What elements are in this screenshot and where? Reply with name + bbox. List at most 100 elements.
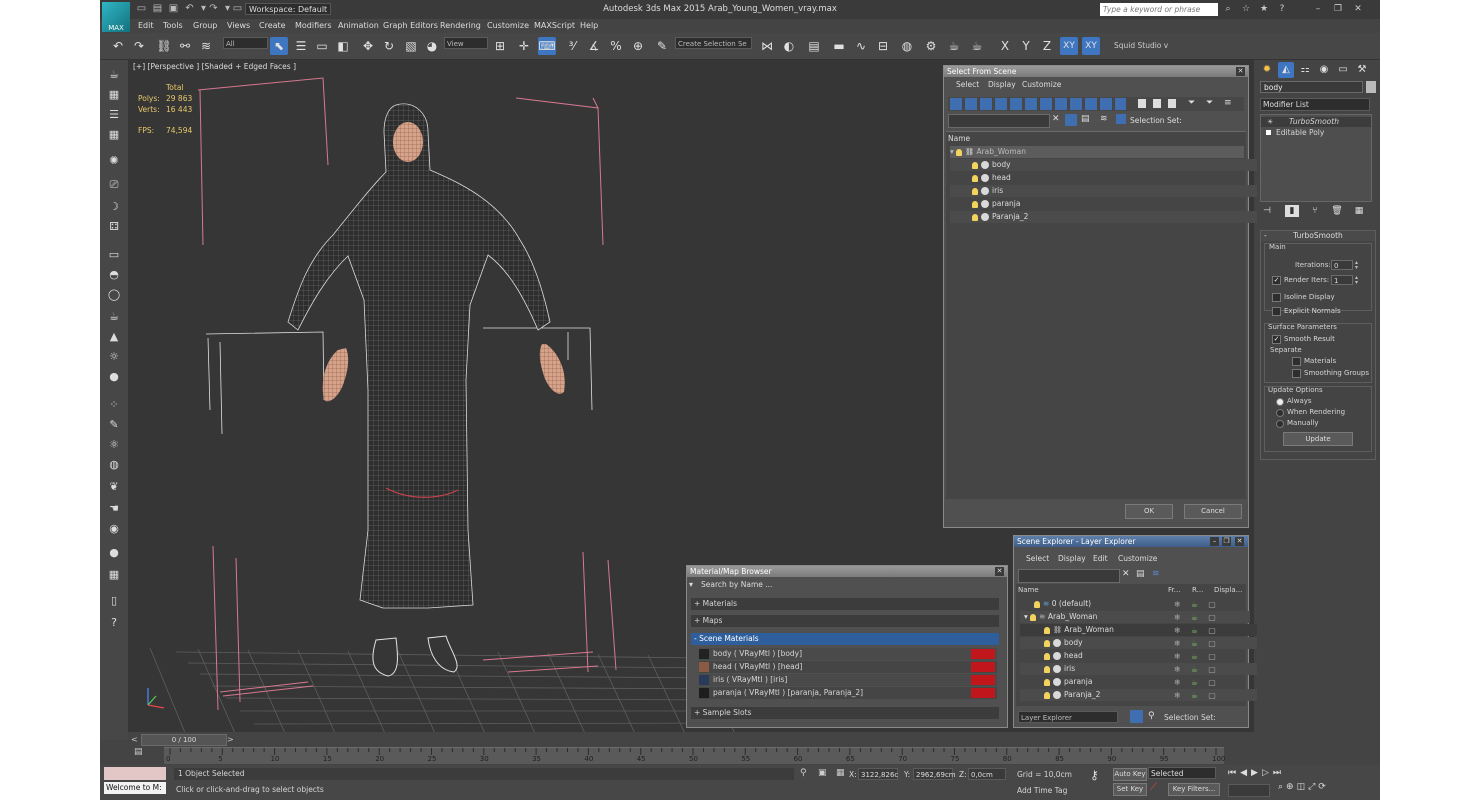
close-icon[interactable]: ✕ <box>1235 537 1244 546</box>
expand-icon[interactable]: ▤ <box>1136 569 1145 579</box>
minimize-icon[interactable]: – <box>1312 3 1324 15</box>
y-coord-field[interactable]: 2962,69cm <box>913 768 956 780</box>
favorites-icon[interactable]: ★ <box>1258 3 1270 15</box>
film-icon[interactable]: ⚃ <box>107 220 121 234</box>
menu-group[interactable]: Group <box>193 19 217 33</box>
clear-search-icon[interactable]: ✕ <box>1122 569 1130 579</box>
hierarchy-icon[interactable]: ⚲ <box>1148 711 1155 721</box>
ok-button[interactable]: OK <box>1125 504 1173 519</box>
display-tab-icon[interactable]: ▭ <box>1335 62 1351 78</box>
material-row[interactable]: body ( VRayMtl ) [body] <box>699 648 997 660</box>
sfs-menu-select[interactable]: Select <box>956 80 979 89</box>
se-menu-display[interactable]: Display <box>1058 554 1086 563</box>
selection-set-icon[interactable] <box>1116 114 1126 124</box>
object-name-field[interactable]: body <box>1260 81 1363 93</box>
unlink-icon[interactable]: ⚯ <box>176 37 194 55</box>
sfs-menu-customize[interactable]: Customize <box>1022 80 1061 89</box>
panel-icon[interactable]: ▯ <box>107 594 121 608</box>
filter-icons-strip[interactable] <box>950 98 1126 110</box>
viewport-label[interactable]: [+] [Perspective ] [Shaded + Edged Faces… <box>133 62 296 71</box>
render-icon[interactable]: ☕ <box>968 37 986 55</box>
manipulate-icon[interactable]: ✛ <box>515 37 533 55</box>
motion-tab-icon[interactable]: ◉ <box>1316 62 1332 78</box>
infocenter-icon[interactable]: ☆ <box>1240 3 1252 15</box>
time-slider[interactable]: 0 / 100 <box>141 734 227 746</box>
column-name[interactable]: Name <box>948 134 970 143</box>
filter-invert-icon[interactable] <box>1168 99 1176 108</box>
restore-icon[interactable]: ❐ <box>1332 3 1344 15</box>
object-color-swatch[interactable] <box>1366 81 1376 93</box>
axis-y-button[interactable]: Y <box>1017 37 1035 55</box>
modifier-on-icon[interactable]: ☀ <box>1267 117 1273 127</box>
box-icon[interactable]: ▭ <box>107 248 121 262</box>
layer-manager-icon[interactable]: ▤ <box>805 37 823 55</box>
axis-x-button[interactable]: X <box>996 37 1014 55</box>
utilities-tab-icon[interactable]: ⚒ <box>1354 62 1370 78</box>
app-logo[interactable]: MAX <box>102 2 130 32</box>
menu-rendering[interactable]: Rendering <box>440 19 481 33</box>
menu-create[interactable]: Create <box>259 19 286 33</box>
close-icon[interactable]: ✕ <box>1236 67 1245 76</box>
layers-icon[interactable]: ≋ <box>1152 569 1160 579</box>
key-filters-button[interactable]: Key Filters... <box>1168 783 1220 796</box>
pin-icon[interactable]: ✎ <box>107 418 121 432</box>
table-icon[interactable]: ▦ <box>107 568 121 582</box>
menu-edit[interactable]: Edit <box>138 19 154 33</box>
menu-views[interactable]: Views <box>227 19 250 33</box>
spinner-snap-icon[interactable]: ⊕ <box>629 37 647 55</box>
help-icon[interactable]: ? <box>1276 3 1288 15</box>
add-time-tag[interactable]: Add Time Tag <box>1017 786 1067 795</box>
ball-icon[interactable]: ● <box>107 546 121 560</box>
save-icon[interactable]: ▣ <box>168 3 179 14</box>
sfs-menu-display[interactable]: Display <box>988 80 1016 89</box>
menu-animation[interactable]: Animation <box>338 19 379 33</box>
render-frame-icon[interactable]: ☕ <box>945 37 963 55</box>
absolute-mode-icon[interactable]: ▦ <box>836 768 845 778</box>
light-icon[interactable]: ✺ <box>107 154 121 168</box>
filter-none-icon[interactable] <box>1153 99 1161 108</box>
scene-materials-section[interactable]: - Scene Materials <box>691 633 999 645</box>
minimize-icon[interactable]: – <box>1210 537 1219 546</box>
cone-icon[interactable]: ▲ <box>107 330 121 344</box>
scale-icon[interactable]: ▧ <box>402 37 420 55</box>
se-menu-customize[interactable]: Customize <box>1118 554 1157 563</box>
hand-icon[interactable]: ☚ <box>107 502 121 516</box>
filter-all-icon[interactable] <box>1138 99 1146 108</box>
plant-icon[interactable]: ❦ <box>107 480 121 494</box>
material-search[interactable]: Search by Name ... <box>701 579 1001 591</box>
material-browser-title[interactable]: Material/Map Browser <box>687 566 1007 577</box>
sfs-search-input[interactable] <box>948 114 1050 128</box>
tree-row[interactable]: Paranja_2 <box>950 211 1266 223</box>
keyword-search[interactable]: Type a keyword or phrase <box>1100 3 1218 16</box>
expand-icon[interactable]: ▤ <box>1081 114 1090 124</box>
menu-graph-editors[interactable]: Graph Editors <box>383 19 438 33</box>
render-iters-spinner-icon[interactable]: ▴ ▾ <box>1355 275 1358 286</box>
named-selection-dropdown[interactable]: Create Selection Se <box>675 37 752 49</box>
select-object-icon[interactable]: ⬉ <box>270 37 288 55</box>
menu-tools[interactable]: Tools <box>163 19 183 33</box>
tree-row[interactable]: iris <box>950 185 1266 197</box>
update-button[interactable]: Update <box>1283 432 1353 446</box>
playback-controls[interactable]: ⏮◀▶▷⏭ <box>1228 768 1378 780</box>
render-iters-checkbox[interactable]: ✓ <box>1272 276 1281 285</box>
rotate-icon[interactable]: ↻ <box>380 37 398 55</box>
circle-icon[interactable]: ◯ <box>107 288 121 302</box>
curve-editor-icon[interactable]: ∿ <box>852 37 870 55</box>
link-icon[interactable]: ⛓ <box>155 37 173 55</box>
axis-xy-button[interactable]: XY <box>1060 37 1078 55</box>
pin-stack-icon[interactable]: ⊣ <box>1260 205 1274 217</box>
material-row[interactable]: iris ( VRayMtl ) [iris] <box>699 674 997 686</box>
smoothing-groups-checkbox[interactable] <box>1292 369 1301 378</box>
z-coord-field[interactable]: 0,0cm <box>968 768 1006 780</box>
redo-icon[interactable]: ↷ <box>130 37 148 55</box>
prev-frame-icon[interactable]: < <box>131 735 138 744</box>
menu-modifiers[interactable]: Modifiers <box>295 19 332 33</box>
isoline-checkbox[interactable] <box>1272 293 1281 302</box>
key-selection-dropdown[interactable]: Selected <box>1148 767 1216 779</box>
key-mode-icon[interactable]: ⟋ <box>1150 782 1157 793</box>
list-icon[interactable]: ☰ <box>107 108 121 122</box>
menu-maxscript[interactable]: MAXScript <box>534 19 575 33</box>
tree-row[interactable]: paranja <box>950 198 1266 210</box>
schematic-view-icon[interactable]: ⊟ <box>874 37 892 55</box>
hierarchy-tab-icon[interactable]: ⚏ <box>1297 62 1313 78</box>
